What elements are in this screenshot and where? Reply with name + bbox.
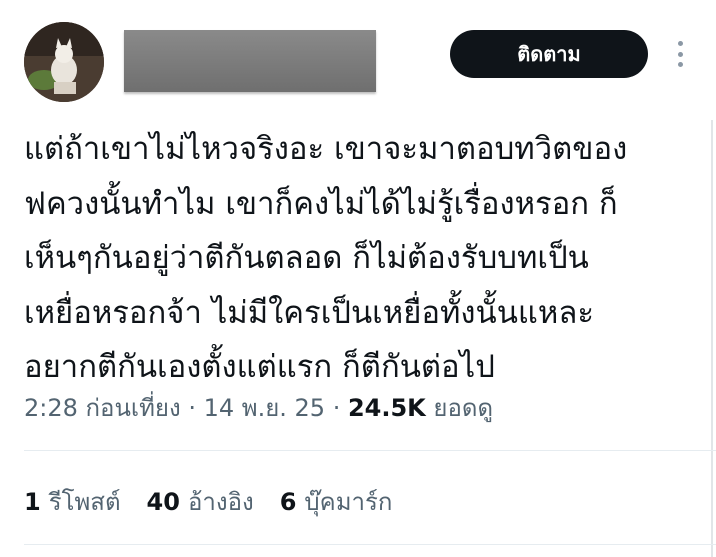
reposts-count: 1: [24, 488, 41, 516]
more-dot: [677, 62, 683, 67]
scrollbar-track: [711, 120, 713, 557]
meta-separator: ·: [325, 394, 348, 422]
quotes-stat[interactable]: 40 อ้างอิง: [147, 482, 254, 521]
follow-button[interactable]: ติดตาม: [450, 30, 648, 78]
bookmarks-label: บุ๊คมาร์ก: [304, 488, 393, 516]
engagement-stats: 1 รีโพสต์ 40 อ้างอิง 6 บุ๊คมาร์ก: [24, 482, 392, 521]
views-count[interactable]: 24.5K: [348, 394, 426, 422]
divider: [24, 544, 716, 545]
bookmarks-stat[interactable]: 6 บุ๊คมาร์ก: [280, 482, 393, 521]
reposts-stat[interactable]: 1 รีโพสต์: [24, 482, 121, 521]
quotes-count: 40: [146, 488, 180, 516]
tweet-date[interactable]: 14 พ.ย. 25: [204, 394, 325, 422]
tweet-meta: 2:28 ก่อนเที่ยง · 14 พ.ย. 25 · 24.5K ยอด…: [24, 388, 704, 427]
bookmarks-count: 6: [279, 488, 297, 516]
avatar-image: [24, 22, 104, 102]
more-dot: [677, 41, 683, 46]
quotes-label: อ้างอิง: [187, 488, 254, 516]
more-horizontal-icon[interactable]: [668, 38, 692, 70]
redacted-display-name: [124, 30, 376, 92]
avatar[interactable]: [24, 22, 104, 102]
tweet-text: แต่ถ้าเขาไม่ไหวจริงอะ เขาจะมาตอบทวิตของ …: [24, 131, 628, 385]
reposts-label: รีโพสต์: [48, 488, 121, 516]
views-label: ยอดดู: [433, 394, 494, 422]
tweet-time[interactable]: 2:28 ก่อนเที่ยง: [24, 394, 181, 422]
meta-separator: ·: [180, 394, 204, 422]
divider: [24, 450, 716, 451]
more-dot: [677, 51, 683, 57]
